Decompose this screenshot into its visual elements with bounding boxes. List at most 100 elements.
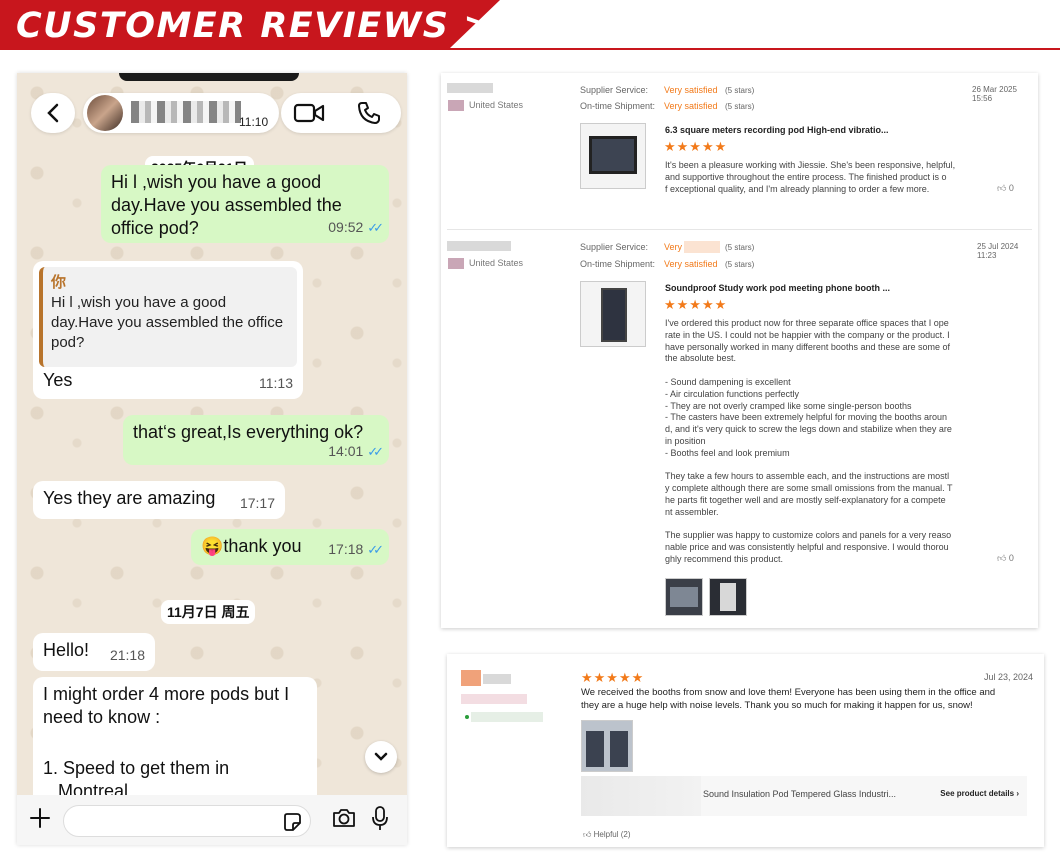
helpful-button[interactable]: 👍︎ Helpful (2): [583, 830, 631, 840]
message-text-span: thank you: [223, 536, 302, 556]
product-image-redacted: [581, 776, 701, 816]
like-button[interactable]: 👍︎ 0: [997, 183, 1014, 194]
review-line: We received the booths from snow and lov…: [581, 687, 996, 698]
supplier-service-rating: Very satisfied: [664, 85, 718, 95]
call-actions: [281, 93, 401, 133]
link-text: See product details: [940, 789, 1015, 798]
review-line: - Air circulation functions perfectly: [665, 388, 800, 399]
review-photo[interactable]: [709, 578, 747, 616]
review-date: Jul 23, 2024: [984, 672, 1034, 682]
message-outgoing[interactable]: 😝thank you 17:18 ✓✓: [191, 529, 389, 565]
review-line: y complete although there are some small…: [665, 483, 953, 494]
scroll-down-button[interactable]: [365, 741, 397, 773]
message-outgoing[interactable]: Hi l ,wish you have a good day.Have you …: [101, 165, 389, 243]
reviewer-country-redacted: [471, 712, 543, 722]
supplier-reviews-card: United States Supplier Service: Very sat…: [441, 73, 1038, 628]
banner-title: CUSTOMER REVIEWS >>: [16, 6, 525, 46]
quote-author: 你: [51, 274, 67, 291]
status-dot-icon: [465, 715, 469, 719]
photo-content: [586, 731, 604, 767]
pod-image: [601, 288, 627, 342]
plus-icon: [30, 808, 50, 828]
message-incoming[interactable]: Hello! 21:18: [33, 633, 155, 671]
attach-button[interactable]: [29, 807, 51, 834]
contact-header[interactable]: 11:10: [83, 93, 279, 133]
review-line: he parts fit together well and are mostl…: [665, 494, 946, 505]
video-camera-icon: [293, 103, 325, 123]
phone-icon: [358, 102, 380, 124]
review-line: nable price and was consistently helpful…: [665, 542, 949, 553]
message-time: 17:17: [239, 495, 275, 511]
product-title-link[interactable]: 6.3 square meters recording pod High-end…: [665, 125, 889, 135]
message-line: Hi l ,wish you have a good: [111, 172, 322, 192]
rating-stars: ★★★★★: [581, 670, 645, 685]
review-photo[interactable]: [581, 720, 633, 772]
supplier-service-label: Supplier Service:: [580, 85, 649, 95]
product-title: Sound Insulation Pod Tempered Glass Indu…: [703, 789, 896, 799]
store-review-card: ★★★★★ Jul 23, 2024 We received the booth…: [447, 654, 1044, 847]
composer-bar: [17, 795, 407, 845]
read-ticks-icon: ✓✓: [367, 444, 384, 459]
message-line: I might order 4 more pods but I: [43, 684, 290, 704]
quoted-message[interactable]: 你 Hi l ,wish you have a good day.Have yo…: [39, 267, 297, 367]
product-title-link[interactable]: Soundproof Study work pod meeting phone …: [665, 283, 890, 293]
review-line: - They are not overly cramped like some …: [665, 400, 912, 411]
avatar: [87, 95, 123, 131]
shipment-label: On-time Shipment:: [580, 259, 656, 269]
quote-line: Hi l ,wish you have a good: [51, 294, 227, 311]
country-flag-icon: [448, 258, 464, 269]
chevron-down-icon: [374, 752, 388, 761]
reviewer-location: United States: [469, 258, 524, 268]
microphone-icon: [372, 806, 388, 830]
shipment-stars: (5 stars): [725, 102, 755, 111]
contact-name-redacted: [131, 101, 241, 123]
camera-button[interactable]: [331, 807, 357, 834]
message-input[interactable]: [63, 805, 311, 837]
country-flag-icon: [448, 100, 464, 111]
photo-content: [720, 583, 736, 611]
product-thumbnail[interactable]: [580, 123, 646, 189]
rating-stars: ★★★★★: [664, 139, 728, 154]
chevron-right-icon: ›: [1016, 789, 1019, 798]
sticker-icon[interactable]: [282, 812, 302, 832]
voice-call-button[interactable]: [341, 93, 397, 133]
review-line: I've ordered this product now for three …: [665, 318, 949, 328]
review-date: 26 Mar 2025 15:56: [972, 85, 1017, 103]
review-line: nt assembler.: [665, 506, 719, 517]
message-time: 11:13: [259, 375, 293, 391]
see-product-details-link[interactable]: See product details ›: [940, 789, 1019, 798]
message-time: 09:52 ✓✓: [328, 216, 384, 239]
message-line: 1. Speed to get them in: [43, 758, 230, 778]
message-text: Yes: [43, 370, 73, 390]
review-line: - Sound dampening is excellent: [665, 376, 791, 387]
phone-notch: [119, 73, 299, 81]
product-thumbnail[interactable]: [580, 281, 646, 347]
message-incoming[interactable]: I might order 4 more pods but I need to …: [33, 677, 317, 807]
review-line: rate in the US. I could not be happier w…: [665, 329, 950, 340]
review-text: We received the booths from snow and lov…: [581, 686, 1041, 712]
message-time: 17:18 ✓✓: [328, 538, 384, 561]
back-button[interactable]: [31, 93, 75, 133]
video-call-button[interactable]: [281, 93, 337, 133]
rating-stars: ★★★★★: [664, 297, 728, 312]
reviewer-name-redacted: [447, 83, 493, 93]
review-spacer: [665, 365, 965, 377]
review-line: - The casters have been extremely helpfu…: [665, 412, 947, 423]
review-photo[interactable]: [665, 578, 703, 616]
time-text: 17:18: [328, 541, 364, 557]
product-link-bar[interactable]: Sound Insulation Pod Tempered Glass Indu…: [581, 776, 1027, 816]
thumbs-up-icon: 👍︎: [583, 830, 592, 839]
voice-message-button[interactable]: [371, 805, 389, 836]
supplier-service-label: Supplier Service:: [580, 242, 649, 252]
like-button[interactable]: 👍︎ 0: [997, 553, 1014, 564]
supplier-service-stars: (5 stars): [725, 243, 755, 252]
shipment-rating: Very satisfied: [664, 259, 718, 269]
message-incoming[interactable]: 你 Hi l ,wish you have a good day.Have yo…: [33, 261, 303, 399]
redaction-block: [684, 241, 720, 253]
review-text: I've ordered this product now for three …: [665, 318, 965, 566]
photo-content: [670, 587, 698, 607]
reviewer-location: United States: [469, 100, 524, 110]
message-outgoing[interactable]: that‘s great,Is everything ok? 14:01 ✓✓: [123, 415, 389, 465]
message-incoming[interactable]: Yes they are amazing 17:17: [33, 481, 285, 519]
